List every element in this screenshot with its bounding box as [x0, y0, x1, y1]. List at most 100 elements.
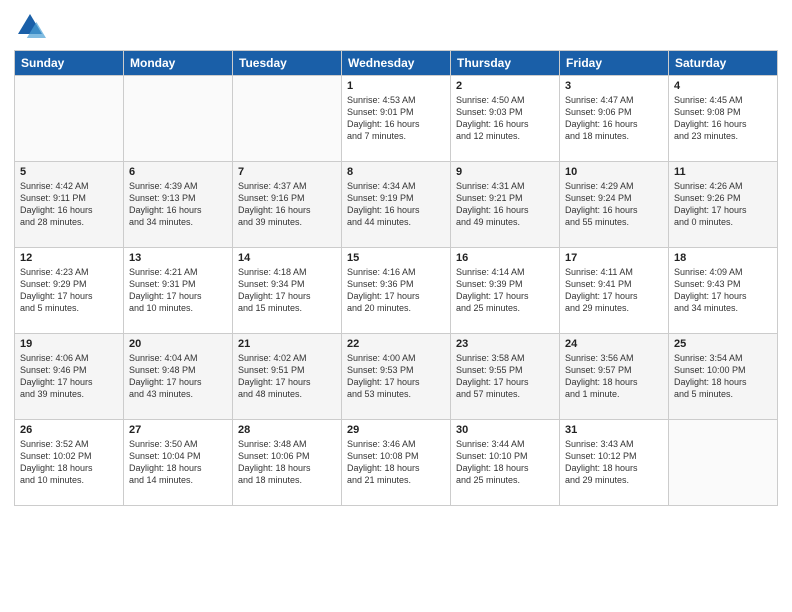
day-cell: 21 Sunrise: 4:02 AM Sunset: 9:51 PM Dayli… — [233, 334, 342, 420]
day-info: Sunrise: 3:52 AM Sunset: 10:02 PM Daylig… — [20, 438, 118, 487]
day-cell: 30 Sunrise: 3:44 AM Sunset: 10:10 PM Dayl… — [451, 420, 560, 506]
day-number: 2 — [456, 80, 554, 92]
day-info: Sunrise: 4:26 AM Sunset: 9:26 PM Dayligh… — [674, 180, 772, 229]
day-number: 30 — [456, 424, 554, 436]
day-number: 27 — [129, 424, 227, 436]
week-row-2: 5Sunrise: 4:42 AM Sunset: 9:11 PM Daylig… — [15, 162, 778, 248]
day-cell: 4 Sunrise: 4:45 AM Sunset: 9:08 PM Daylig… — [669, 76, 778, 162]
day-cell: 22 Sunrise: 4:00 AM Sunset: 9:53 PM Dayli… — [342, 334, 451, 420]
day-number: 4 — [674, 80, 772, 92]
day-info: Sunrise: 3:43 AM Sunset: 10:12 PM Daylig… — [565, 438, 663, 487]
day-cell: 5Sunrise: 4:42 AM Sunset: 9:11 PM Daylig… — [15, 162, 124, 248]
day-number: 1 — [347, 80, 445, 92]
day-number: 26 — [20, 424, 118, 436]
day-number: 9 — [456, 166, 554, 178]
day-info: Sunrise: 4:18 AM Sunset: 9:34 PM Dayligh… — [238, 266, 336, 315]
col-header-monday: Monday — [124, 51, 233, 76]
day-cell: 14Sunrise: 4:18 AM Sunset: 9:34 PM Dayli… — [233, 248, 342, 334]
col-header-wednesday: Wednesday — [342, 51, 451, 76]
week-row-4: 19Sunrise: 4:06 AM Sunset: 9:46 PM Dayli… — [15, 334, 778, 420]
day-info: Sunrise: 4:47 AM Sunset: 9:06 PM Dayligh… — [565, 94, 663, 143]
day-cell: 12 Sunrise: 4:23 AM Sunset: 9:29 PM Dayli… — [15, 248, 124, 334]
day-number: 12 — [20, 252, 118, 264]
day-number: 11 — [674, 166, 772, 178]
day-info: Sunrise: 4:21 AM Sunset: 9:31 PM Dayligh… — [129, 266, 227, 315]
day-info: Sunrise: 4:37 AM Sunset: 9:16 PM Dayligh… — [238, 180, 336, 229]
day-cell: 1 Sunrise: 4:53 AM Sunset: 9:01 PM Daylig… — [342, 76, 451, 162]
day-info: Sunrise: 4:50 AM Sunset: 9:03 PM Dayligh… — [456, 94, 554, 143]
day-cell: 19Sunrise: 4:06 AM Sunset: 9:46 PM Dayli… — [15, 334, 124, 420]
day-cell: 31 Sunrise: 3:43 AM Sunset: 10:12 PM Dayl… — [560, 420, 669, 506]
header-row: SundayMondayTuesdayWednesdayThursdayFrid… — [15, 51, 778, 76]
logo — [14, 10, 50, 42]
day-info: Sunrise: 4:45 AM Sunset: 9:08 PM Dayligh… — [674, 94, 772, 143]
day-cell — [124, 76, 233, 162]
day-info: Sunrise: 4:00 AM Sunset: 9:53 PM Dayligh… — [347, 352, 445, 401]
day-info: Sunrise: 4:09 AM Sunset: 9:43 PM Dayligh… — [674, 266, 772, 315]
day-number: 10 — [565, 166, 663, 178]
day-info: Sunrise: 4:23 AM Sunset: 9:29 PM Dayligh… — [20, 266, 118, 315]
week-row-3: 12 Sunrise: 4:23 AM Sunset: 9:29 PM Dayli… — [15, 248, 778, 334]
day-number: 3 — [565, 80, 663, 92]
week-row-5: 26 Sunrise: 3:52 AM Sunset: 10:02 PM Dayl… — [15, 420, 778, 506]
day-number: 8 — [347, 166, 445, 178]
day-number: 13 — [129, 252, 227, 264]
day-info: Sunrise: 3:50 AM Sunset: 10:04 PM Daylig… — [129, 438, 227, 487]
calendar-table: SundayMondayTuesdayWednesdayThursdayFrid… — [14, 50, 778, 506]
day-cell: 7Sunrise: 4:37 AM Sunset: 9:16 PM Daylig… — [233, 162, 342, 248]
day-info: Sunrise: 4:02 AM Sunset: 9:51 PM Dayligh… — [238, 352, 336, 401]
day-cell: 18 Sunrise: 4:09 AM Sunset: 9:43 PM Dayli… — [669, 248, 778, 334]
day-info: Sunrise: 3:44 AM Sunset: 10:10 PM Daylig… — [456, 438, 554, 487]
day-cell: 2 Sunrise: 4:50 AM Sunset: 9:03 PM Daylig… — [451, 76, 560, 162]
header — [14, 10, 778, 42]
page-container: SundayMondayTuesdayWednesdayThursdayFrid… — [0, 0, 792, 612]
col-header-saturday: Saturday — [669, 51, 778, 76]
day-cell: 20 Sunrise: 4:04 AM Sunset: 9:48 PM Dayli… — [124, 334, 233, 420]
day-cell: 11 Sunrise: 4:26 AM Sunset: 9:26 PM Dayli… — [669, 162, 778, 248]
day-number: 15 — [347, 252, 445, 264]
week-row-1: 1 Sunrise: 4:53 AM Sunset: 9:01 PM Daylig… — [15, 76, 778, 162]
day-number: 31 — [565, 424, 663, 436]
day-number: 21 — [238, 338, 336, 350]
day-cell: 25Sunrise: 3:54 AM Sunset: 10:00 PM Dayl… — [669, 334, 778, 420]
day-cell: 17Sunrise: 4:11 AM Sunset: 9:41 PM Dayli… — [560, 248, 669, 334]
day-cell: 8 Sunrise: 4:34 AM Sunset: 9:19 PM Daylig… — [342, 162, 451, 248]
day-cell: 29Sunrise: 3:46 AM Sunset: 10:08 PM Dayl… — [342, 420, 451, 506]
day-number: 24 — [565, 338, 663, 350]
day-cell: 23Sunrise: 3:58 AM Sunset: 9:55 PM Dayli… — [451, 334, 560, 420]
day-info: Sunrise: 4:34 AM Sunset: 9:19 PM Dayligh… — [347, 180, 445, 229]
day-cell — [15, 76, 124, 162]
col-header-sunday: Sunday — [15, 51, 124, 76]
day-info: Sunrise: 4:04 AM Sunset: 9:48 PM Dayligh… — [129, 352, 227, 401]
day-cell: 9 Sunrise: 4:31 AM Sunset: 9:21 PM Daylig… — [451, 162, 560, 248]
day-number: 22 — [347, 338, 445, 350]
day-cell: 24 Sunrise: 3:56 AM Sunset: 9:57 PM Dayli… — [560, 334, 669, 420]
day-info: Sunrise: 4:16 AM Sunset: 9:36 PM Dayligh… — [347, 266, 445, 315]
day-cell — [233, 76, 342, 162]
day-info: Sunrise: 4:31 AM Sunset: 9:21 PM Dayligh… — [456, 180, 554, 229]
day-info: Sunrise: 3:56 AM Sunset: 9:57 PM Dayligh… — [565, 352, 663, 401]
day-number: 20 — [129, 338, 227, 350]
day-info: Sunrise: 4:53 AM Sunset: 9:01 PM Dayligh… — [347, 94, 445, 143]
day-cell: 15 Sunrise: 4:16 AM Sunset: 9:36 PM Dayli… — [342, 248, 451, 334]
col-header-tuesday: Tuesday — [233, 51, 342, 76]
day-cell: 16Sunrise: 4:14 AM Sunset: 9:39 PM Dayli… — [451, 248, 560, 334]
day-cell — [669, 420, 778, 506]
day-number: 6 — [129, 166, 227, 178]
day-cell: 6Sunrise: 4:39 AM Sunset: 9:13 PM Daylig… — [124, 162, 233, 248]
day-number: 16 — [456, 252, 554, 264]
day-number: 28 — [238, 424, 336, 436]
day-number: 19 — [20, 338, 118, 350]
day-info: Sunrise: 3:54 AM Sunset: 10:00 PM Daylig… — [674, 352, 772, 401]
day-info: Sunrise: 3:46 AM Sunset: 10:08 PM Daylig… — [347, 438, 445, 487]
day-number: 23 — [456, 338, 554, 350]
day-number: 18 — [674, 252, 772, 264]
day-info: Sunrise: 4:11 AM Sunset: 9:41 PM Dayligh… — [565, 266, 663, 315]
day-info: Sunrise: 4:42 AM Sunset: 9:11 PM Dayligh… — [20, 180, 118, 229]
day-cell: 13 Sunrise: 4:21 AM Sunset: 9:31 PM Dayli… — [124, 248, 233, 334]
day-cell: 10 Sunrise: 4:29 AM Sunset: 9:24 PM Dayli… — [560, 162, 669, 248]
day-cell: 26 Sunrise: 3:52 AM Sunset: 10:02 PM Dayl… — [15, 420, 124, 506]
day-info: Sunrise: 3:48 AM Sunset: 10:06 PM Daylig… — [238, 438, 336, 487]
col-header-friday: Friday — [560, 51, 669, 76]
day-info: Sunrise: 4:29 AM Sunset: 9:24 PM Dayligh… — [565, 180, 663, 229]
